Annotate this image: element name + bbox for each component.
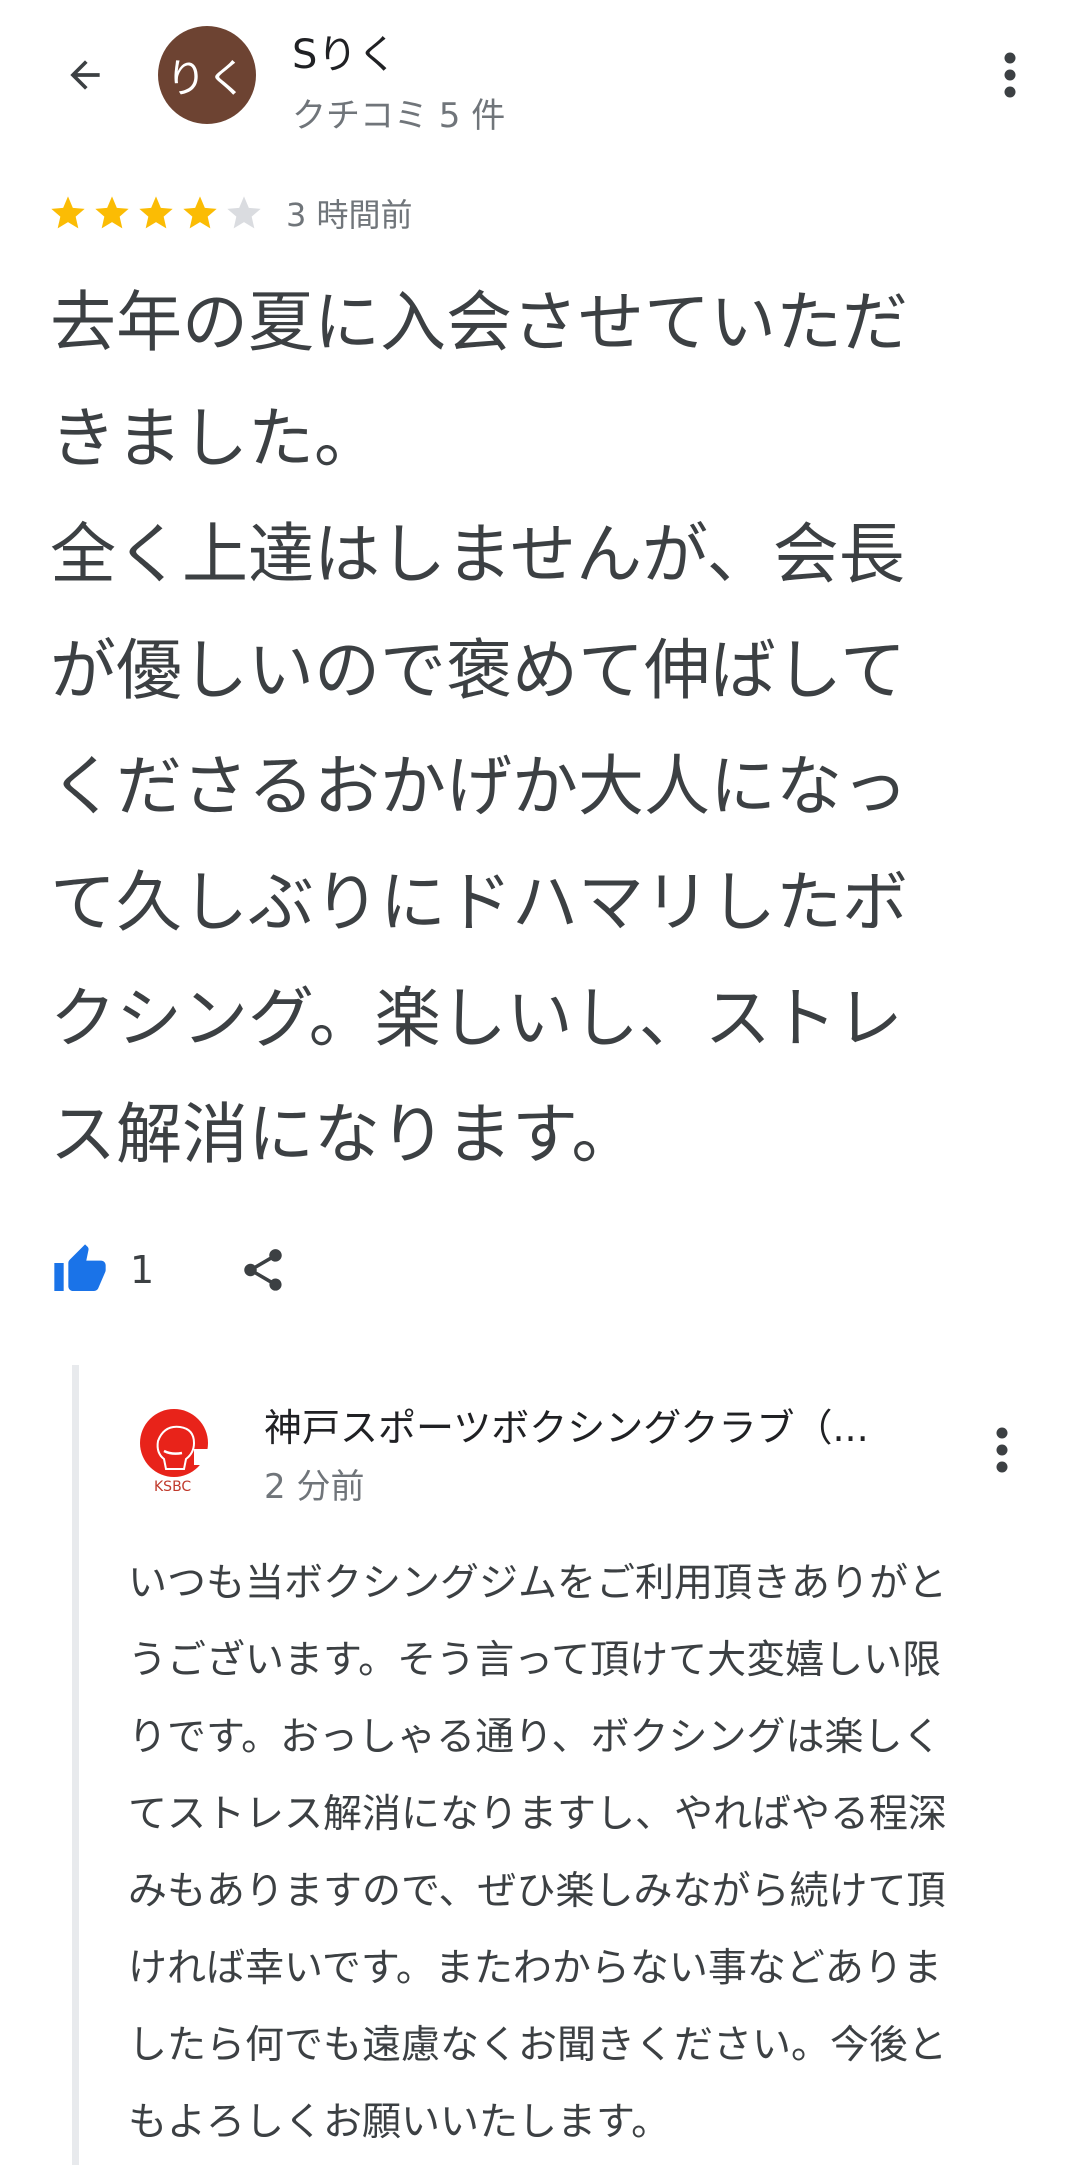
review-header: りく Sりく クチコミ 5 件 — [0, 0, 1080, 150]
star-empty-icon — [227, 196, 261, 229]
back-button[interactable] — [50, 40, 120, 110]
boxing-club-logo-icon: KSBC — [130, 1403, 224, 1497]
reply-indent-bar — [72, 1365, 79, 2165]
share-button[interactable] — [238, 1245, 288, 1295]
review-time: 3 時間前 — [286, 196, 413, 234]
owner-reply-time: 2 分前 — [264, 1467, 365, 1507]
owner-more-options-button[interactable] — [972, 1415, 1032, 1485]
user-review-count: クチコミ 5 件 — [292, 96, 506, 136]
star-filled-icon — [183, 196, 217, 229]
thumb-up-icon — [54, 1244, 106, 1291]
like-button[interactable]: 1 — [52, 1242, 154, 1298]
rating-row: 3 時間前 — [48, 190, 413, 236]
star-rating — [48, 193, 264, 233]
owner-logo[interactable]: KSBC — [128, 1401, 226, 1499]
star-filled-icon — [95, 196, 129, 229]
owner-reply: KSBC 神戸スポーツボクシングクラブ（... 2 分前 いつも当ボクシングジム… — [72, 1365, 1032, 2165]
review-actions: 1 — [52, 1235, 288, 1305]
share-icon — [244, 1249, 282, 1291]
more-vert-icon — [1004, 52, 1016, 98]
arrow-back-icon — [70, 60, 100, 90]
owner-reply-text: いつも当ボクシングジムをご利用頂きありがと うございます。そう言って頂けて大変嬉… — [128, 1561, 948, 2145]
user-name[interactable]: Sりく — [292, 22, 397, 80]
svg-text:KSBC: KSBC — [154, 1479, 191, 1495]
owner-name[interactable]: 神戸スポーツボクシングクラブ（... — [264, 1397, 1004, 1452]
star-filled-icon — [51, 196, 85, 229]
more-options-button[interactable] — [980, 40, 1040, 110]
user-avatar[interactable]: りく — [158, 26, 256, 124]
like-count: 1 — [130, 1248, 155, 1292]
review-text: 去年の夏に入会させていただ きました。 全く上達はしませんが、会長 が優しいので… — [50, 284, 908, 1173]
star-filled-icon — [139, 196, 173, 229]
more-vert-icon — [996, 1427, 1008, 1473]
